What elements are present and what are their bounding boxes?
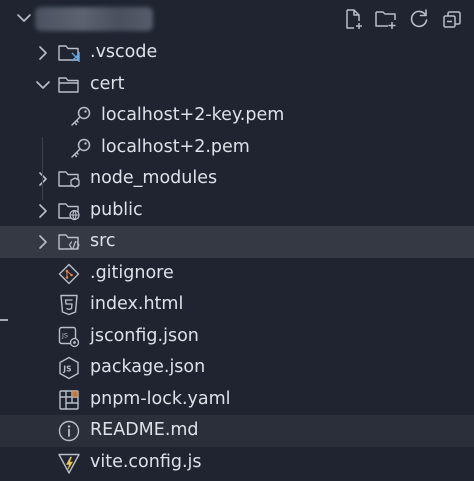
tree-item-src[interactable]: src [0,226,474,258]
tree-item-node-modules[interactable]: node_modules [0,163,474,195]
tree-item-pnpm-lock-yaml[interactable]: pnpm-lock.yaml [0,384,474,416]
tree-item-localhost-key-pem[interactable]: localhost+2-key.pem [0,100,474,132]
tree-item-gitignore[interactable]: .gitignore [0,258,474,290]
tree-item-label: localhost+2.pem [101,136,250,157]
file-explorer: my-app-vite [0,0,474,481]
tree-item-label: index.html [90,294,184,314]
tree-item-label: localhost+2-key.pem [101,105,285,125]
sash-indicator[interactable] [0,319,8,321]
chevron-right-icon[interactable] [33,232,53,252]
tree-item-label: .vscode [90,42,158,62]
tree-item-public[interactable]: public [0,195,474,227]
collapse-all-icon [442,11,461,28]
tree-item-localhost-pem[interactable]: localhost+2.pem [0,132,474,164]
chevron-right-icon[interactable] [33,43,53,63]
folder-vscode-icon [58,45,80,62]
key-icon [71,106,91,126]
nodejs-icon: JS [59,356,79,380]
folder-src-icon [58,234,80,250]
tree-item-package-json[interactable]: JS package.json [0,352,474,384]
tree-item-label: jsconfig.json [90,325,199,346]
info-icon [58,420,80,442]
new-folder-icon [374,11,396,29]
refresh-button[interactable] [404,6,433,32]
chevron-right-icon[interactable] [33,169,53,189]
tree-item-label: README.md [90,420,199,440]
indent-guide [42,137,43,200]
tree-item-label: vite.config.js [90,451,202,472]
file-tree: .vscode cert localhost+2-key.pem localho… [0,37,474,478]
refresh-icon [410,9,427,28]
tree-item-label: .gitignore [90,262,174,283]
tree-item-label: node_modules [90,168,218,188]
tree-item-label: pnpm-lock.yaml [90,388,231,409]
folder-public-icon [58,202,80,220]
tree-item-readme-md[interactable]: README.md [0,415,474,447]
chevron-right-icon[interactable] [33,201,53,221]
svg-text:JS: JS [61,331,68,339]
tree-item-label: public [90,199,143,220]
key-icon [71,138,91,158]
chevron-down-icon[interactable] [14,8,34,28]
tree-item-label: src [90,231,116,251]
vite-icon [58,453,80,474]
pnpm-icon [59,389,79,410]
project-title[interactable]: my-app-vite [35,7,153,31]
new-folder-button[interactable] [371,6,400,32]
tree-item-label: cert [90,73,125,94]
folder-node-icon [58,171,80,188]
new-file-icon [345,9,362,29]
explorer-actions [338,6,466,32]
html-icon [60,294,78,316]
tree-item-vite-config-js[interactable]: vite.config.js [0,447,474,479]
chevron-down-icon[interactable] [33,75,53,95]
jsconfig-icon: JS [58,326,80,347]
tree-item-index-html[interactable]: index.html [0,289,474,321]
tree-item-vscode[interactable]: .vscode [0,37,474,69]
folder-icon [58,76,79,93]
svg-text:JS: JS [62,365,71,374]
tree-item-cert[interactable]: cert [0,69,474,101]
new-file-button[interactable] [338,6,367,32]
explorer-header: my-app-vite [0,0,474,38]
git-icon [58,263,80,284]
collapse-all-button[interactable] [437,6,466,32]
tree-item-label: package.json [90,357,206,377]
tree-item-jsconfig-json[interactable]: JS jsconfig.json [0,321,474,353]
